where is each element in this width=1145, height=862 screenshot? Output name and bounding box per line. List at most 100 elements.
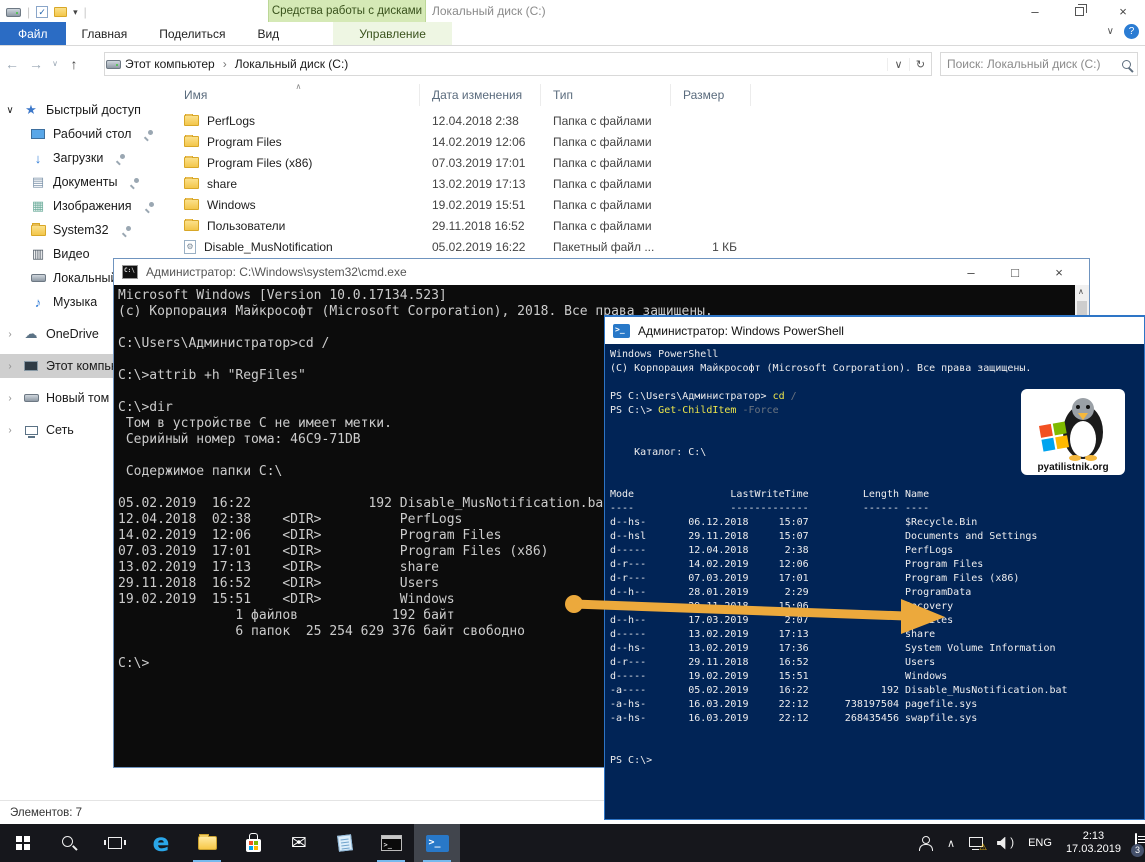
file-row-Windows[interactable]: Windows19.02.2019 15:51Папка с файлами [172, 194, 1145, 215]
cmd-maximize-button[interactable]: □ [993, 259, 1037, 285]
search-input[interactable]: Поиск: Локальный диск (C:) [940, 52, 1138, 76]
window-title: Локальный диск (C:) [432, 4, 546, 18]
volume-icon[interactable] [997, 837, 1014, 850]
tab-Главная[interactable]: Главная [66, 22, 144, 45]
store-icon [246, 839, 261, 852]
action-center-button[interactable]: 3 [1135, 834, 1137, 852]
pic-icon [32, 198, 44, 214]
ps-line: d--h-- 17.03.2019 2:07 RegFiles [610, 614, 1144, 628]
tab-Управление[interactable]: Управление [333, 22, 452, 45]
address-dropdown-icon[interactable]: ∨ [887, 58, 909, 71]
notepad-button[interactable] [322, 824, 368, 862]
taskbar-search-button[interactable] [46, 824, 92, 862]
start-button[interactable] [0, 824, 46, 862]
file-type: Папка с файлами [541, 135, 671, 149]
network-warning-icon[interactable] [969, 837, 983, 847]
ps-line: d----- 13.02.2019 17:13 share [610, 628, 1144, 642]
clock[interactable]: 2:13 17.03.2019 [1066, 830, 1121, 856]
column-header-Размер[interactable]: Размер [671, 84, 751, 106]
new-folder-icon[interactable] [54, 7, 67, 17]
column-header-Дата изменения[interactable]: Дата изменения [420, 84, 541, 106]
drive-icon[interactable] [6, 8, 21, 17]
file-row-Пользователи[interactable]: Пользователи29.11.2018 16:52Папка с файл… [172, 215, 1145, 236]
people-icon[interactable] [917, 836, 933, 850]
ps-line [610, 376, 1144, 390]
sidebar-item-Изображения[interactable]: Изображения [0, 194, 172, 218]
cmd-titlebar[interactable]: Администратор: C:\Windows\system32\cmd.e… [114, 259, 1089, 285]
ps-line [610, 726, 1144, 740]
ribbon-tabs: ФайлГлавнаяПоделитьсяВид Управление [0, 22, 1145, 46]
chevron-down-icon[interactable]: ∨ [4, 105, 16, 116]
ribbon-collapse-icon[interactable]: ∨ [1107, 26, 1114, 37]
up-button[interactable]: ↑ [62, 56, 86, 72]
file-name: Windows [207, 198, 256, 212]
cmd-icon [381, 835, 402, 851]
tab-Файл[interactable]: Файл [0, 22, 66, 45]
tray-chevron-up-icon[interactable] [947, 834, 955, 852]
history-caret-icon[interactable]: ∨ [48, 59, 62, 68]
properties-check-icon[interactable]: ✓ [36, 6, 48, 18]
back-button[interactable]: ← [0, 56, 24, 72]
file-row-Program Files (x86)[interactable]: Program Files (x86)07.03.2019 17:01Папка… [172, 152, 1145, 173]
chevron-right-icon[interactable]: › [4, 361, 16, 372]
close-button[interactable]: × [1101, 0, 1145, 22]
ps-line: d-r--- 29.11.2018 16:52 Users [610, 656, 1144, 670]
restore-button[interactable] [1057, 0, 1101, 22]
file-row-share[interactable]: share13.02.2019 17:13Папка с файлами [172, 173, 1145, 194]
language-indicator[interactable]: ENG [1028, 837, 1052, 849]
refresh-icon[interactable]: ↻ [909, 58, 931, 71]
file-explorer-button[interactable] [184, 824, 230, 862]
folder-icon [31, 225, 46, 236]
column-header-Тип[interactable]: Тип [541, 84, 671, 106]
chevron-right-icon[interactable]: › [4, 425, 16, 436]
store-button[interactable] [230, 824, 276, 862]
powershell-button[interactable] [414, 824, 460, 862]
sidebar-item-Документы[interactable]: Документы [0, 170, 172, 194]
contextual-tab-group[interactable]: Средства работы с дисками [268, 0, 426, 22]
file-name: Disable_MusNotification [204, 240, 333, 254]
help-icon[interactable]: ? [1124, 24, 1139, 39]
chevron-right-icon[interactable]: › [4, 329, 16, 340]
sidebar-item-Загрузки[interactable]: Загрузки [0, 146, 172, 170]
tab-Вид[interactable]: Вид [241, 22, 295, 45]
file-row-Program Files[interactable]: Program Files14.02.2019 12:06Папка с фай… [172, 131, 1145, 152]
breadcrumb-separator: › [223, 57, 227, 71]
ps-line: Windows PowerShell [610, 348, 1144, 362]
cloud-icon [25, 326, 38, 342]
sidebar-item-Рабочий стол[interactable]: Рабочий стол [0, 122, 172, 146]
sidebar-item-System32[interactable]: System32 [0, 218, 172, 242]
folder-icon [184, 136, 199, 147]
chevron-right-icon[interactable]: › [4, 393, 16, 404]
item-count: Элементов: 7 [10, 807, 82, 819]
pc-icon [24, 361, 38, 371]
cmd-minimize-button[interactable]: – [949, 259, 993, 285]
net-icon [25, 426, 38, 435]
sidebar-item-Быстрый доступ[interactable]: ∨Быстрый доступ [0, 98, 172, 122]
file-row-PerfLogs[interactable]: PerfLogs12.04.2018 2:38Папка с файлами [172, 110, 1145, 131]
watermark-text: pyatilistnik.org [1037, 462, 1108, 475]
file-list: PerfLogs12.04.2018 2:38Папка с файламиPr… [172, 110, 1145, 257]
tab-Поделиться[interactable]: Поделиться [143, 22, 241, 45]
cmd-button[interactable] [368, 824, 414, 862]
ps-line: ---- ------------- ------ ---- [610, 502, 1144, 516]
breadcrumb-item[interactable]: Этот компьютер [125, 57, 215, 71]
file-type: Папка с файлами [541, 177, 671, 191]
edge-button[interactable] [138, 824, 184, 862]
powershell-titlebar[interactable]: Администратор: Windows PowerShell [605, 317, 1144, 344]
powershell-window: Администратор: Windows PowerShell Window… [604, 315, 1145, 820]
sidebar-item-label: System32 [53, 223, 109, 237]
breadcrumb-item[interactable]: Локальный диск (C:) [235, 57, 349, 71]
file-date: 19.02.2019 15:51 [420, 198, 541, 212]
address-bar[interactable]: Этот компьютер › Локальный диск (C:) ∨ ↻ [104, 52, 932, 76]
file-row-Disable_MusNotification[interactable]: Disable_MusNotification05.02.2019 16:22П… [172, 236, 1145, 257]
search-icon [61, 835, 78, 851]
mail-button[interactable] [276, 824, 322, 862]
task-view-button[interactable] [92, 824, 138, 862]
ps-line [610, 474, 1144, 488]
customize-caret-icon[interactable]: ▾ [73, 7, 78, 18]
cmd-close-button[interactable]: × [1037, 259, 1081, 285]
minimize-button[interactable]: – [1013, 0, 1057, 22]
forward-button[interactable]: → [24, 56, 48, 72]
column-header-Имя[interactable]: Имя∧ [172, 84, 420, 106]
file-name: PerfLogs [207, 114, 255, 128]
